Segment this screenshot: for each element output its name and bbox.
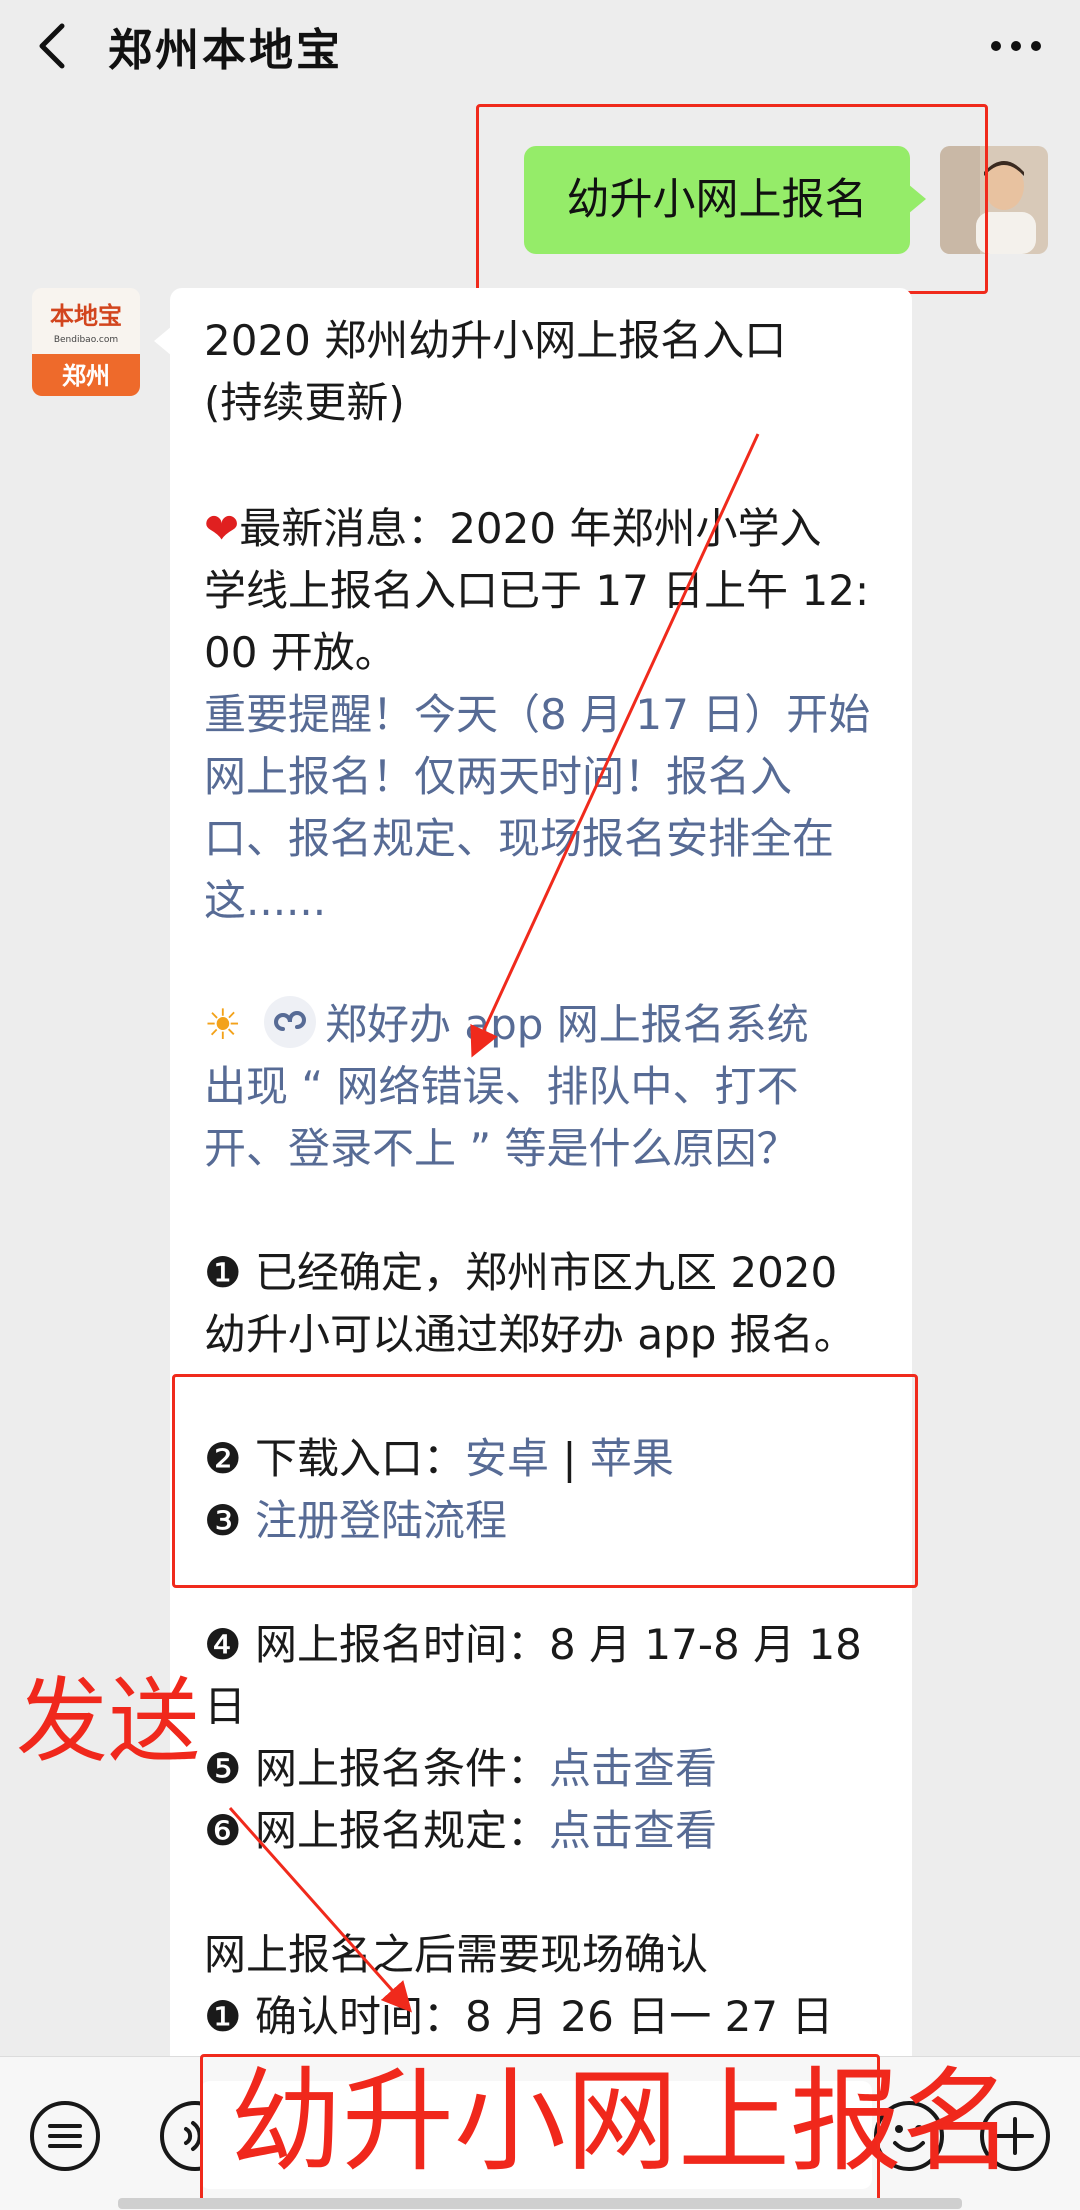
list-icon[interactable] — [28, 2099, 102, 2173]
reminder-link-1[interactable]: 重要提醒！今天（8 月 17 日）开始 — [204, 684, 870, 746]
rules-link[interactable]: 点击查看 — [549, 1806, 717, 1855]
point-1-line-2: 幼升小可以通过郑好办 app 报名。 — [204, 1310, 856, 1359]
message-subtitle: (持续更新) — [204, 378, 405, 427]
annotation-box-sent — [476, 104, 988, 294]
home-indicator — [118, 2198, 962, 2209]
point-6-label: ❻ 网上报名规定： — [204, 1806, 550, 1855]
conditions-link[interactable]: 点击查看 — [549, 1744, 717, 1793]
faq-link-3[interactable]: 开、登录不上 ” 等是什么原因？ — [204, 1118, 798, 1180]
avatar-city-text: 郑州 — [62, 362, 110, 390]
message-title: 2020 郑州幼升小网上报名入口 — [204, 316, 787, 365]
heart-icon: ❤ — [204, 504, 240, 553]
chat-header: 郑州本地宝 — [0, 0, 1080, 92]
avatar-logo-text: 本地宝 — [50, 302, 122, 330]
confirm-title: 网上报名之后需要现场确认 — [204, 1930, 709, 1979]
news-line-3: 00 开放。 — [204, 628, 397, 677]
mini-program-icon — [264, 996, 317, 1048]
faq-link-2[interactable]: 出现 “ 网络错误、排队中、打不 — [204, 1056, 798, 1118]
point-4-line-2: 日 — [204, 1682, 247, 1731]
annotation-box-input — [200, 2054, 880, 2202]
point-6-line: ❻ 网上报名规定：点击查看 — [204, 1800, 717, 1862]
reminder-link-3[interactable]: 口、报名规定、现场报名安排全在 — [204, 808, 834, 870]
received-message-bubble: 2020 郑州幼升小网上报名入口 (持续更新) ❤最新消息：2020 年郑州小学… — [154, 288, 912, 2068]
avatar-logo-url: Bendibao.com — [54, 335, 118, 345]
point-4-line-1: ❹ 网上报名时间：8 月 17-8 月 18 — [204, 1620, 862, 1669]
chat-title: 郑州本地宝 — [108, 25, 343, 76]
sun-icon: ☀ — [204, 1000, 242, 1049]
news-line: ❤最新消息：2020 年郑州小学入 — [204, 498, 821, 560]
reminder-link-2[interactable]: 网上报名！仅两天时间！报名入 — [204, 746, 792, 808]
reminder-link-4[interactable]: 这...... — [204, 870, 326, 932]
news-line-2: 学线上报名入口已于 17 日上午 12: — [204, 566, 870, 615]
point-1-line-1: ❶ 已经确定，郑州市区九区 2020 — [204, 1248, 838, 1297]
annotation-box-links — [172, 1374, 918, 1588]
bendibao-avatar[interactable]: 本地宝 Bendibao.com 郑州 — [32, 288, 140, 396]
annotation-send-label: 发送 — [16, 1668, 201, 1775]
confirm-time: ❶ 确认时间：8 月 26 日一 27 日 — [204, 1992, 834, 2041]
point-5-line: ❺ 网上报名条件：点击查看 — [204, 1738, 717, 1800]
more-options-icon[interactable] — [984, 18, 1048, 74]
faq-link-1: 郑好办 app 网上报名系统 — [325, 1000, 809, 1049]
faq-line[interactable]: ☀ 郑好办 app 网上报名系统 — [204, 994, 809, 1056]
point-5-label: ❺ 网上报名条件： — [204, 1744, 550, 1793]
back-arrow-icon[interactable] — [30, 18, 78, 74]
news-text: 最新消息：2020 年郑州小学入 — [239, 504, 822, 553]
